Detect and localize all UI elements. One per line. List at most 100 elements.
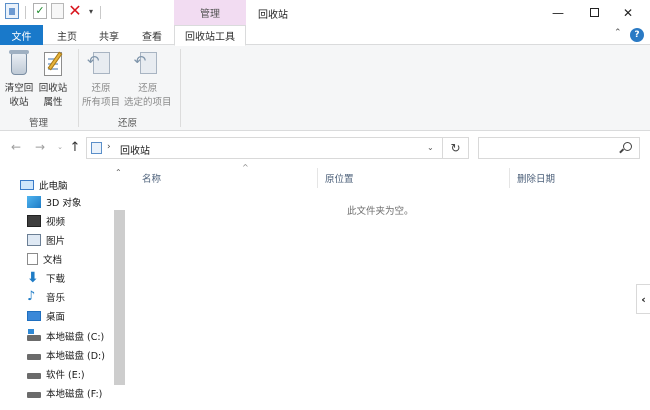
quick-access-dropdown-icon[interactable]: ▾ bbox=[86, 3, 96, 19]
back-button[interactable]: ← bbox=[9, 140, 23, 154]
sidebar-item-drive-e[interactable]: 软件 (E:) bbox=[27, 364, 85, 383]
recycle-bin-icon bbox=[91, 142, 102, 154]
scroll-up-button[interactable]: ⌃ bbox=[115, 168, 122, 177]
restore-icon: ↶ bbox=[133, 49, 163, 81]
sidebar-item-documents[interactable]: 文档 bbox=[27, 249, 62, 268]
column-header-date-deleted[interactable]: 删除日期 bbox=[517, 165, 637, 191]
scrollbar-thumb[interactable] bbox=[114, 210, 125, 385]
sidebar-item-label: 视频 bbox=[46, 216, 66, 228]
video-icon bbox=[27, 214, 41, 227]
music-icon: ♪ bbox=[27, 288, 36, 304]
app-icon[interactable] bbox=[5, 3, 19, 19]
column-header-label: 名称 bbox=[142, 174, 162, 185]
sidebar-item-label: 下载 bbox=[46, 273, 66, 285]
sidebar-item-label: 本地磁盘 (F:) bbox=[46, 388, 103, 400]
restore-icon: ↶ bbox=[86, 49, 116, 81]
button-label: 清空回 bbox=[4, 83, 34, 94]
button-label: 还原 bbox=[91, 83, 111, 94]
sidebar-item-3d-objects[interactable]: 3D 对象 bbox=[27, 192, 81, 211]
tab-file[interactable]: 文件 bbox=[0, 25, 43, 45]
column-divider[interactable] bbox=[509, 168, 510, 188]
refresh-button[interactable]: ↻ bbox=[443, 137, 469, 159]
drive-icon bbox=[27, 372, 41, 379]
download-icon: ⬇ bbox=[27, 269, 39, 286]
button-label: 属性 bbox=[43, 97, 63, 108]
tab-view[interactable]: 查看 bbox=[132, 25, 172, 45]
file-list: 名称 ^ 原位置 删除日期 此文件夹为空。 bbox=[127, 163, 650, 410]
document-icon bbox=[27, 252, 38, 265]
properties-icon bbox=[38, 49, 68, 81]
sidebar-item-pictures[interactable]: 图片 bbox=[27, 230, 65, 249]
recycle-bin-properties-button[interactable]: 回收站 属性 bbox=[38, 49, 68, 110]
context-tab-header: 管理 bbox=[174, 0, 246, 25]
breadcrumb-separator[interactable]: › bbox=[107, 142, 111, 152]
tab-share[interactable]: 共享 bbox=[89, 25, 129, 45]
column-divider[interactable] bbox=[317, 168, 318, 188]
preview-pane-toggle[interactable]: ‹ bbox=[636, 284, 650, 314]
group-divider bbox=[180, 49, 181, 127]
address-bar[interactable]: › 回收站 ⌄ bbox=[86, 137, 443, 159]
sidebar-item-label: 文档 bbox=[43, 254, 63, 266]
restore-all-button[interactable]: ↶ 还原 所有项目 bbox=[82, 49, 120, 110]
toolbar-divider bbox=[25, 6, 26, 19]
sidebar-item-label: 3D 对象 bbox=[46, 197, 82, 209]
sidebar-item-downloads[interactable]: ⬇ 下载 bbox=[27, 268, 65, 287]
sidebar-item-videos[interactable]: 视频 bbox=[27, 211, 65, 230]
button-label: 还原 bbox=[138, 83, 158, 94]
forward-button[interactable]: → bbox=[33, 140, 47, 154]
address-dropdown-icon[interactable]: ⌄ bbox=[427, 143, 434, 152]
sidebar-item-label: 此电脑 bbox=[39, 180, 68, 192]
sidebar-item-label: 软件 (E:) bbox=[46, 369, 85, 381]
3d-objects-icon bbox=[27, 195, 41, 208]
sidebar-item-music[interactable]: ♪ 音乐 bbox=[27, 287, 65, 306]
sidebar-item-label: 本地磁盘 (C:) bbox=[46, 331, 105, 343]
delete-icon[interactable]: ✕ bbox=[68, 3, 82, 19]
close-button[interactable]: ✕ bbox=[606, 0, 650, 25]
sidebar-item-drive-d[interactable]: 本地磁盘 (D:) bbox=[27, 345, 105, 364]
help-icon[interactable]: ? bbox=[630, 28, 644, 42]
empty-folder-message: 此文件夹为空。 bbox=[347, 206, 414, 217]
recent-locations-dropdown[interactable]: ⌄ bbox=[53, 140, 67, 154]
recycle-bin-icon bbox=[4, 49, 34, 81]
computer-icon bbox=[20, 179, 34, 190]
sidebar-item-desktop[interactable]: 桌面 bbox=[27, 306, 65, 325]
properties-check-icon[interactable]: ✓ bbox=[33, 3, 47, 19]
navigation-bar: ← → ⌄ ↑ › 回收站 ⌄ ↻ bbox=[0, 131, 650, 165]
column-header-label: 删除日期 bbox=[517, 174, 556, 185]
sidebar-item-drive-c[interactable]: 本地磁盘 (C:) bbox=[27, 326, 104, 345]
system-drive-icon bbox=[27, 328, 41, 341]
button-label: 回收站 bbox=[38, 83, 68, 94]
toolbar-divider bbox=[100, 6, 101, 19]
group-label-restore: 还原 bbox=[118, 118, 138, 129]
drive-icon bbox=[27, 391, 41, 398]
new-folder-icon[interactable] bbox=[51, 3, 64, 19]
maximize-icon bbox=[589, 8, 599, 17]
ribbon-tabs: 文件 主页 共享 查看 回收站工具 ⌃ ? bbox=[0, 25, 650, 46]
column-header-name[interactable]: 名称 ^ bbox=[142, 163, 317, 191]
empty-recycle-bin-button[interactable]: 清空回 收站 bbox=[4, 49, 34, 110]
drive-icon bbox=[27, 353, 41, 360]
sidebar-item-label: 音乐 bbox=[46, 292, 66, 304]
column-header-original-location[interactable]: 原位置 bbox=[325, 165, 515, 191]
button-label: 所有项目 bbox=[82, 97, 121, 108]
sidebar-item-drive-f[interactable]: 本地磁盘 (F:) bbox=[27, 383, 102, 402]
collapse-ribbon-icon[interactable]: ⌃ bbox=[614, 28, 622, 38]
button-label: 收站 bbox=[9, 97, 29, 108]
navigation-pane: 此电脑 3D 对象 视频 图片 文档 ⬇ 下载 ♪ 音乐 桌面 本地磁盘 (C:… bbox=[0, 165, 127, 410]
picture-icon bbox=[27, 233, 41, 246]
search-icon bbox=[623, 142, 632, 151]
sidebar-item-label: 桌面 bbox=[46, 311, 66, 323]
title-bar: ✓ ✕ ▾ 管理 回收站 — ✕ bbox=[0, 0, 650, 25]
restore-selected-button[interactable]: ↶ 还原 选定的项目 bbox=[124, 49, 172, 110]
tab-home[interactable]: 主页 bbox=[47, 25, 87, 45]
button-label: 选定的项目 bbox=[124, 97, 172, 108]
breadcrumb-recycle-bin[interactable]: 回收站 bbox=[120, 142, 150, 157]
tab-recycle-bin-tools[interactable]: 回收站工具 bbox=[174, 25, 246, 46]
search-input[interactable] bbox=[478, 137, 640, 159]
sort-arrow-icon: ^ bbox=[242, 163, 249, 172]
up-button[interactable]: ↑ bbox=[68, 140, 82, 155]
group-label-manage: 管理 bbox=[29, 118, 49, 129]
desktop-icon bbox=[27, 310, 41, 321]
group-divider bbox=[78, 49, 79, 127]
sidebar-item-label: 本地磁盘 (D:) bbox=[46, 350, 105, 362]
